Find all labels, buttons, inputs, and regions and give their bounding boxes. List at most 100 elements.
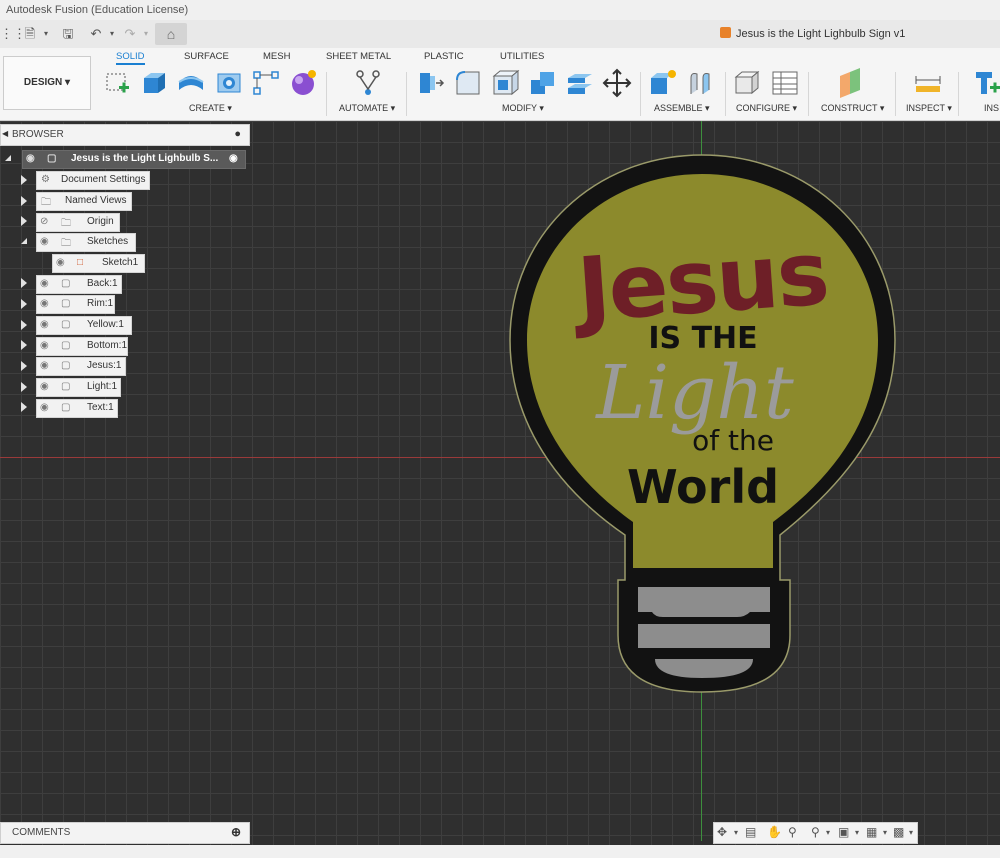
display-settings-icon[interactable]: ▣	[838, 825, 849, 839]
visibility-eye-icon[interactable]: ◉	[40, 360, 49, 371]
orbit-icon[interactable]: ✥	[717, 825, 727, 839]
browser-header[interactable]: ◀ BROWSER ●	[0, 124, 250, 146]
visibility-eye-icon[interactable]: ◉	[40, 278, 49, 289]
browser-item-yellow[interactable]: ◉ ▢ Yellow:1	[36, 316, 132, 335]
browser-item-jesus[interactable]: ◉ ▢ Jesus:1	[36, 357, 126, 376]
orbit-dropdown-icon[interactable]: ▾	[734, 828, 738, 837]
browser-item-named-views[interactable]: 🗀 Named Views	[36, 192, 132, 211]
browser-item-text[interactable]: ◉ ▢ Text:1	[36, 399, 118, 418]
create-sketch-icon[interactable]	[103, 68, 133, 98]
measure-icon[interactable]	[913, 68, 943, 98]
create-group-label[interactable]: CREATE ▾	[189, 103, 232, 114]
browser-item-bottom[interactable]: ◉ ▢ Bottom:1	[36, 337, 128, 356]
display-dropdown-icon[interactable]: ▾	[855, 828, 859, 837]
browser-root-node[interactable]: ◉ ▢ Jesus is the Light Lighbulb S... ◉	[22, 150, 246, 169]
expand-arrow-icon[interactable]	[21, 278, 27, 288]
activate-radio-icon[interactable]: ◉	[229, 153, 238, 164]
browser-item-sketches[interactable]: ◉ 🗀 Sketches	[36, 233, 136, 252]
comments-panel[interactable]: COMMENTS ⊕	[0, 822, 250, 844]
construct-group-label[interactable]: CONSTRUCT ▾	[821, 103, 884, 114]
redo-dropdown-icon[interactable]: ▾	[138, 26, 154, 42]
pan-hand-icon[interactable]: ✋	[767, 825, 782, 839]
expand-arrow-icon[interactable]	[21, 382, 27, 392]
modify-group-label[interactable]: MODIFY ▾	[502, 103, 544, 114]
minimize-icon[interactable]: ●	[234, 128, 241, 140]
browser-item-document-settings[interactable]: ⚙ Document Settings	[36, 171, 150, 190]
browser-item-sketch1[interactable]: ◉ □ Sketch1	[52, 254, 145, 273]
document-tab[interactable]: Jesus is the Light Lighbulb Sign v1	[720, 20, 905, 48]
offset-face-icon[interactable]	[565, 68, 595, 98]
undo-icon[interactable]: ↶	[88, 26, 104, 42]
viewports-icon[interactable]: ▩	[893, 825, 904, 839]
configure-model-icon[interactable]	[733, 68, 763, 98]
configure-group-label[interactable]: CONFIGURE ▾	[736, 103, 797, 114]
insert-group-label[interactable]: INS	[984, 103, 999, 113]
save-icon[interactable]: 🖫	[60, 26, 76, 42]
visibility-eye-icon[interactable]: ◉	[56, 257, 65, 268]
automate-group-label[interactable]: AUTOMATE ▾	[339, 103, 395, 114]
hole-icon[interactable]	[214, 68, 244, 98]
tab-sheet-metal[interactable]: SHEET METAL	[326, 51, 391, 62]
insert-icon[interactable]	[972, 68, 1000, 98]
expand-arrow-icon[interactable]	[21, 361, 27, 371]
expand-arrow-icon[interactable]	[21, 175, 27, 185]
inspect-group-label[interactable]: INSPECT ▾	[906, 103, 952, 114]
zoom-icon[interactable]: ⚲	[788, 825, 797, 839]
browser-item-origin[interactable]: ⊘ 🗀 Origin	[36, 213, 120, 232]
expand-arrow-icon[interactable]	[21, 196, 27, 206]
visibility-eye-icon[interactable]: ◉	[40, 236, 49, 247]
viewports-dropdown-icon[interactable]: ▾	[909, 828, 913, 837]
press-pull-icon[interactable]	[416, 68, 446, 98]
automate-icon[interactable]	[353, 68, 383, 98]
pattern-icon[interactable]	[251, 68, 281, 98]
fit-icon[interactable]: ⚲	[811, 825, 820, 839]
fit-dropdown-icon[interactable]: ▾	[826, 828, 830, 837]
file-dropdown-icon[interactable]: ▾	[38, 26, 54, 42]
shell-icon[interactable]	[490, 68, 520, 98]
assemble-group-label[interactable]: ASSEMBLE ▾	[654, 103, 710, 114]
expand-arrow-icon[interactable]	[21, 320, 27, 330]
lightbulb-sign-model[interactable]: Jesus IS THE Light of the World	[505, 150, 905, 695]
expand-arrow-icon[interactable]	[21, 402, 27, 412]
configuration-table-icon[interactable]	[770, 68, 800, 98]
tab-solid[interactable]: SOLID	[116, 51, 145, 65]
tab-mesh[interactable]: MESH	[263, 51, 290, 62]
visibility-eye-icon[interactable]: ◉	[40, 298, 49, 309]
grid-settings-icon[interactable]: ▦	[866, 825, 877, 839]
visibility-eye-icon[interactable]: ◉	[40, 319, 49, 330]
collapse-arrow-icon[interactable]	[21, 238, 27, 244]
expand-arrow-icon[interactable]	[21, 340, 27, 350]
grid-dropdown-icon[interactable]: ▾	[883, 828, 887, 837]
combine-icon[interactable]	[528, 68, 558, 98]
home-button[interactable]: ⌂	[155, 23, 187, 45]
look-at-icon[interactable]: ▤	[745, 825, 756, 839]
revolve-icon[interactable]	[176, 68, 206, 98]
add-comment-icon[interactable]: ⊕	[231, 825, 241, 839]
new-component-icon[interactable]	[648, 68, 678, 98]
undo-dropdown-icon[interactable]: ▾	[104, 26, 120, 42]
tab-plastic[interactable]: PLASTIC	[424, 51, 464, 62]
extrude-icon[interactable]	[139, 68, 169, 98]
offset-plane-icon[interactable]	[836, 68, 866, 98]
fillet-icon[interactable]	[453, 68, 483, 98]
hidden-eye-icon[interactable]: ⊘	[40, 216, 48, 227]
tab-utilities[interactable]: UTILITIES	[500, 51, 544, 62]
browser-item-rim[interactable]: ◉ ▢ Rim:1	[36, 295, 115, 314]
visibility-eye-icon[interactable]: ◉	[40, 381, 49, 392]
expand-arrow-icon[interactable]	[21, 216, 27, 226]
workspace-switcher[interactable]: DESIGN ▾	[3, 56, 91, 110]
joint-icon[interactable]	[685, 68, 715, 98]
redo-icon[interactable]: ↷	[122, 26, 138, 42]
browser-item-light[interactable]: ◉ ▢ Light:1	[36, 378, 121, 397]
tab-surface[interactable]: SURFACE	[184, 51, 229, 62]
move-copy-icon[interactable]	[602, 68, 632, 98]
form-icon[interactable]	[288, 68, 318, 98]
expand-root-icon[interactable]	[5, 155, 11, 161]
browser-item-back[interactable]: ◉ ▢ Back:1	[36, 275, 122, 294]
visibility-eye-icon[interactable]: ◉	[26, 153, 35, 164]
grid-menu-icon[interactable]: ⋮⋮	[0, 26, 26, 42]
visibility-eye-icon[interactable]: ◉	[40, 402, 49, 413]
collapse-arrow-icon[interactable]: ◀	[2, 129, 8, 138]
expand-arrow-icon[interactable]	[21, 299, 27, 309]
visibility-eye-icon[interactable]: ◉	[40, 340, 49, 351]
